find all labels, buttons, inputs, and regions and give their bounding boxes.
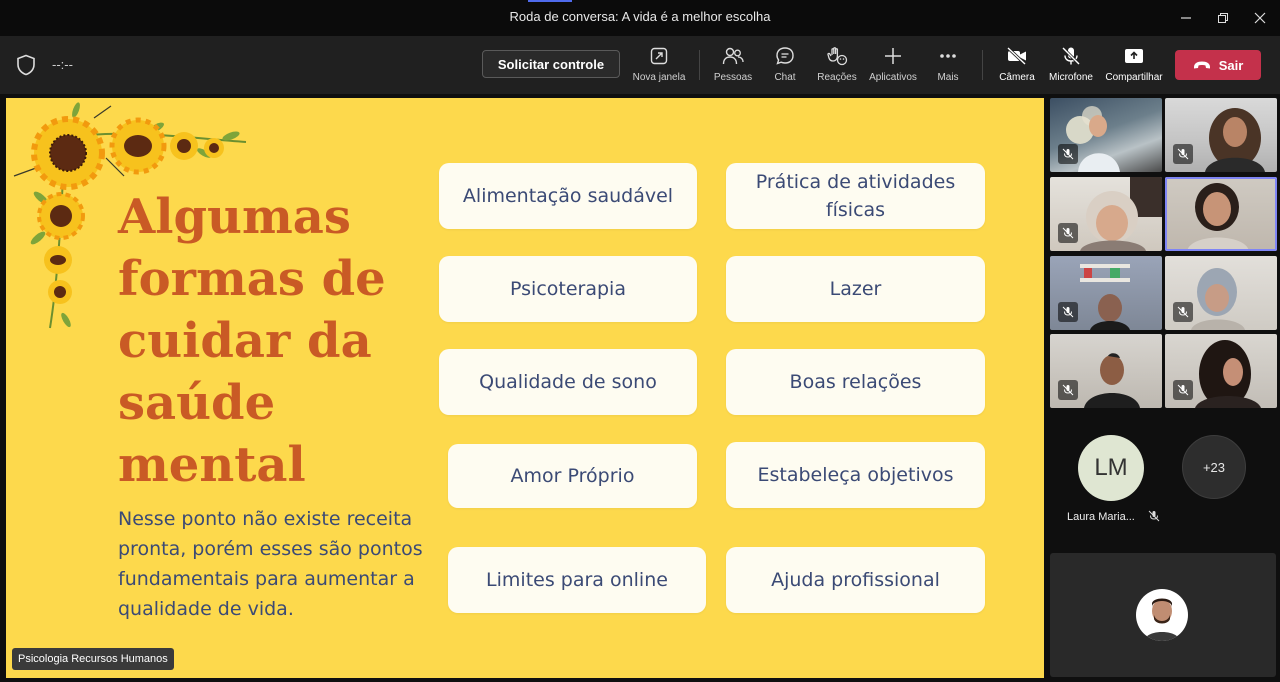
more-participants-button[interactable]: +23 (1182, 435, 1246, 499)
title-bar: Roda de conversa: A vida é a melhor esco… (0, 0, 1280, 36)
minimize-button[interactable] (1174, 6, 1198, 30)
pop-out-icon (650, 47, 668, 65)
participant-video-tile[interactable] (1165, 256, 1277, 330)
hang-up-icon (1193, 61, 1210, 69)
mic-off-icon (1177, 306, 1189, 318)
card-atividades-fisicas: Prática de atividades físicas (726, 163, 985, 229)
participant-video-tile[interactable] (1050, 334, 1162, 408)
mic-off-icon (1062, 227, 1074, 239)
self-avatar-image (1144, 598, 1180, 641)
restore-icon (1218, 13, 1228, 23)
card-qualidade-sono: Qualidade de sono (439, 349, 697, 415)
meeting-toolbar: --:-- Solicitar controle Nova janela Pes… (0, 36, 1280, 94)
people-button[interactable]: Pessoas (712, 44, 754, 88)
participant-video-tile[interactable] (1050, 98, 1162, 172)
close-icon (1254, 12, 1266, 24)
camera-button[interactable]: Câmera (998, 44, 1036, 88)
microphone-button[interactable]: Microfone (1046, 44, 1096, 88)
toolbar-divider (699, 50, 700, 80)
reactions-button[interactable]: Reações (815, 44, 859, 88)
mic-off-icon (1062, 148, 1074, 160)
mic-off-icon (1148, 510, 1160, 522)
camera-off-icon (1006, 47, 1027, 65)
toolbar-divider (982, 50, 983, 80)
participant-video-tile[interactable] (1165, 334, 1277, 408)
mic-off-icon (1061, 46, 1081, 66)
card-limites-online: Limites para online (448, 547, 706, 613)
mic-off-icon (1062, 306, 1074, 318)
slide-title: Algumas formas de cuidar da saúde mental (118, 189, 386, 493)
maximize-button[interactable] (1211, 6, 1235, 30)
shield-icon[interactable] (16, 54, 36, 76)
self-view[interactable] (1050, 553, 1276, 677)
participant-avatar-lm[interactable]: LM (1078, 435, 1144, 501)
more-button[interactable]: Mais (934, 44, 962, 88)
card-objetivos: Estabeleça objetivos (726, 442, 985, 508)
participant-video (1187, 183, 1249, 251)
new-window-button[interactable]: Nova janela (632, 44, 686, 88)
card-amor-proprio: Amor Próprio (448, 444, 697, 508)
shared-slide: Algumas formas de cuidar da saúde mental… (6, 98, 1044, 678)
self-avatar (1136, 589, 1188, 641)
request-control-button[interactable]: Solicitar controle (482, 50, 620, 78)
meeting-timer: --:-- (52, 57, 73, 72)
participant-video-tile[interactable] (1050, 177, 1162, 251)
participant-video-tile-active[interactable] (1165, 177, 1277, 251)
mic-off-icon (1062, 384, 1074, 396)
mic-off-icon (1177, 148, 1189, 160)
close-button[interactable] (1248, 6, 1272, 30)
chat-icon (776, 47, 794, 65)
card-ajuda-profissional: Ajuda profissional (726, 547, 985, 613)
window-title: Roda de conversa: A vida é a melhor esco… (509, 9, 771, 24)
slide-description: Nesse ponto não existe receita pronta, p… (118, 508, 423, 620)
minimize-icon (1181, 17, 1191, 19)
chat-button[interactable]: Chat (768, 44, 802, 88)
share-icon (1125, 49, 1143, 63)
more-icon (940, 54, 956, 58)
card-psicoterapia: Psicoterapia (439, 256, 697, 322)
card-alimentacao: Alimentação saudável (439, 163, 697, 229)
participant-video-tile[interactable] (1050, 256, 1162, 330)
people-icon (722, 47, 744, 65)
share-button[interactable]: Compartilhar (1104, 44, 1164, 88)
card-boas-relacoes: Boas relações (726, 349, 985, 415)
leave-button[interactable]: Sair (1175, 50, 1261, 80)
presenter-caption: Psicologia Recursos Humanos (12, 648, 174, 670)
title-accent (528, 0, 572, 2)
mic-off-icon (1177, 384, 1189, 396)
reaction-icon (827, 47, 848, 66)
plus-icon (885, 48, 901, 64)
card-lazer: Lazer (726, 256, 985, 322)
participant-name: Laura Maria... (1067, 510, 1160, 523)
leave-label: Sair (1218, 57, 1244, 73)
participant-video-tile[interactable] (1165, 98, 1277, 172)
apps-button[interactable]: Aplicativos (866, 44, 920, 88)
